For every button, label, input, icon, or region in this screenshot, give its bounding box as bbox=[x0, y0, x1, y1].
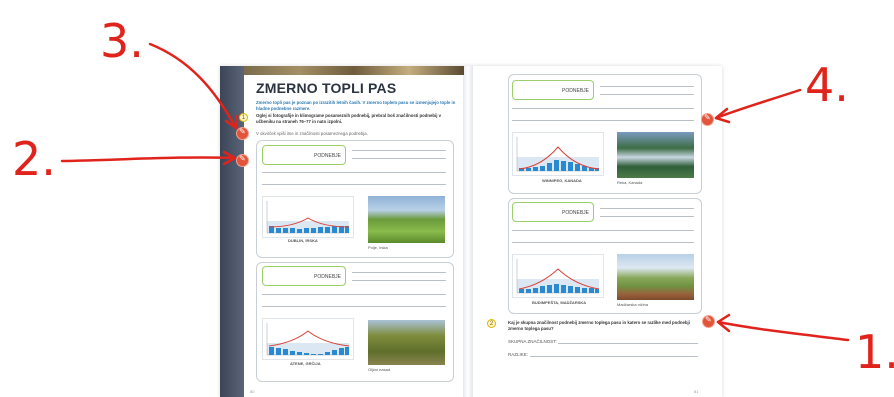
arrow-3 bbox=[148, 42, 238, 130]
arrow-1 bbox=[716, 320, 850, 342]
arrow-2 bbox=[60, 156, 237, 163]
annotation-arrows bbox=[60, 42, 850, 342]
arrow-4 bbox=[714, 88, 802, 120]
